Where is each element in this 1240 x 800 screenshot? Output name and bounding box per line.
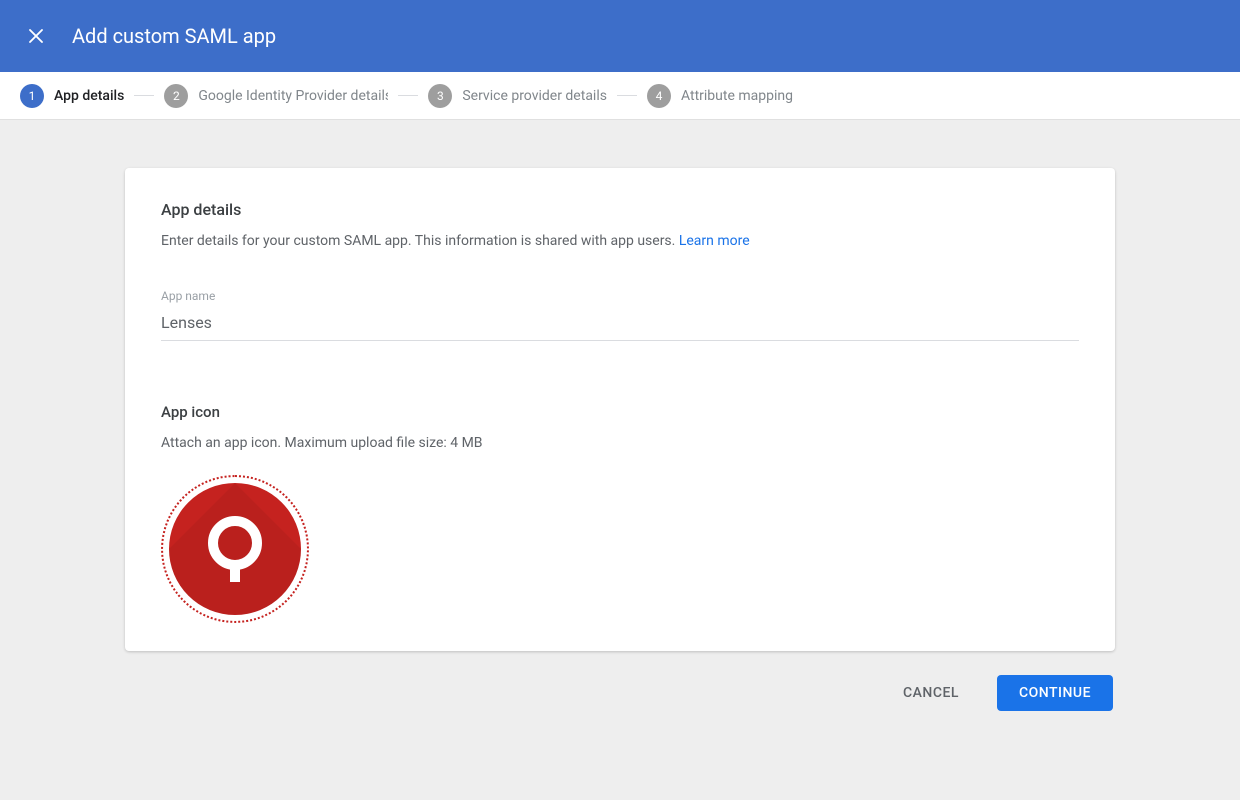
app-icon-preview xyxy=(169,483,301,615)
app-icon-description: Attach an app icon. Maximum upload file … xyxy=(161,435,1079,451)
app-details-card: App details Enter details for your custo… xyxy=(125,168,1115,651)
continue-button[interactable]: CONTINUE xyxy=(997,675,1113,711)
close-icon[interactable] xyxy=(24,24,48,48)
section-description: Enter details for your custom SAML app. … xyxy=(161,233,1079,249)
learn-more-link[interactable]: Learn more xyxy=(679,233,750,249)
section-desc-text: Enter details for your custom SAML app. … xyxy=(161,233,679,249)
stepper: 1 App details 2 Google Identity Provider… xyxy=(0,72,1240,120)
step-idp-details[interactable]: 2 Google Identity Provider details xyxy=(164,84,388,108)
step-badge: 4 xyxy=(647,84,671,108)
step-badge: 1 xyxy=(20,84,44,108)
app-logo-icon xyxy=(208,516,262,582)
header-bar: Add custom SAML app xyxy=(0,0,1240,72)
app-icon-upload[interactable] xyxy=(161,475,309,623)
step-app-details[interactable]: 1 App details xyxy=(20,84,124,108)
step-label: Attribute mapping xyxy=(681,88,793,104)
step-connector xyxy=(617,95,637,96)
step-label: Google Identity Provider details xyxy=(198,88,388,104)
app-icon-title: App icon xyxy=(161,403,1079,421)
page-title: Add custom SAML app xyxy=(72,24,276,48)
step-badge: 2 xyxy=(164,84,188,108)
app-name-label: App name xyxy=(161,289,1079,303)
action-row: CANCEL CONTINUE xyxy=(125,675,1115,711)
app-name-input[interactable] xyxy=(161,309,1079,341)
content: App details Enter details for your custo… xyxy=(0,120,1240,711)
step-sp-details[interactable]: 3 Service provider details xyxy=(428,84,607,108)
section-title: App details xyxy=(161,200,1079,219)
step-label: Service provider details xyxy=(462,88,607,104)
step-label: App details xyxy=(54,88,124,104)
step-connector xyxy=(134,95,154,96)
step-connector xyxy=(398,95,418,96)
step-badge: 3 xyxy=(428,84,452,108)
cancel-button[interactable]: CANCEL xyxy=(881,675,981,711)
step-attribute-mapping[interactable]: 4 Attribute mapping xyxy=(647,84,793,108)
